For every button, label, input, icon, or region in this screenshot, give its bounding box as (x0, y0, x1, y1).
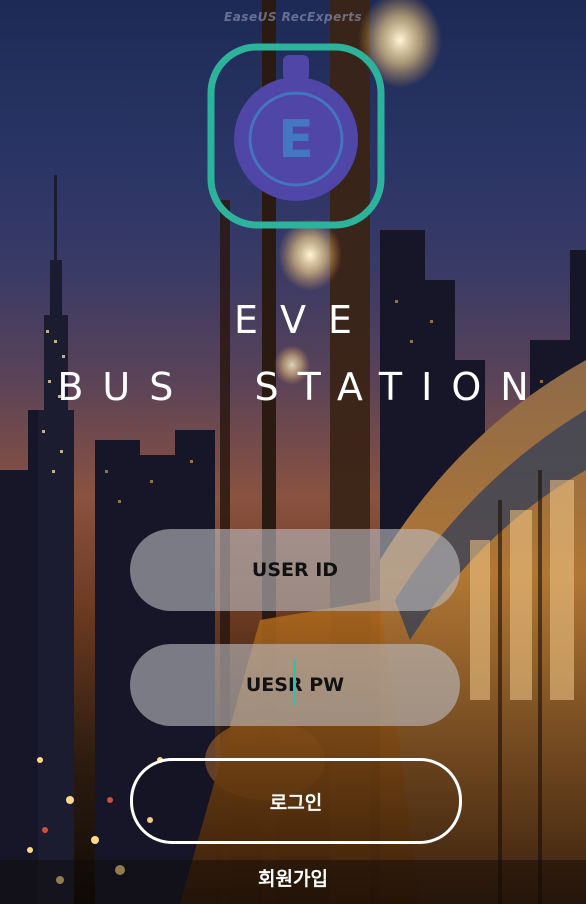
app-logo: E (207, 43, 385, 229)
text-cursor (293, 660, 296, 706)
logo-letter: E (278, 110, 314, 170)
login-button[interactable]: 로그인 (130, 758, 462, 844)
user-id-placeholder: USER ID (251, 559, 339, 581)
app-title-line1: EVE (233, 298, 374, 342)
login-screen: EaseUS RecExperts E EVE BUS STATION USER… (0, 0, 586, 904)
app-title-line2: BUS STATION (57, 365, 548, 409)
password-input[interactable]: UESR PW (130, 644, 460, 726)
login-button-label: 로그인 (269, 791, 323, 814)
user-id-input[interactable]: USER ID (130, 529, 460, 611)
signup-link[interactable]: 회원가입 (0, 864, 586, 891)
watermark: EaseUS RecExperts (224, 10, 362, 24)
